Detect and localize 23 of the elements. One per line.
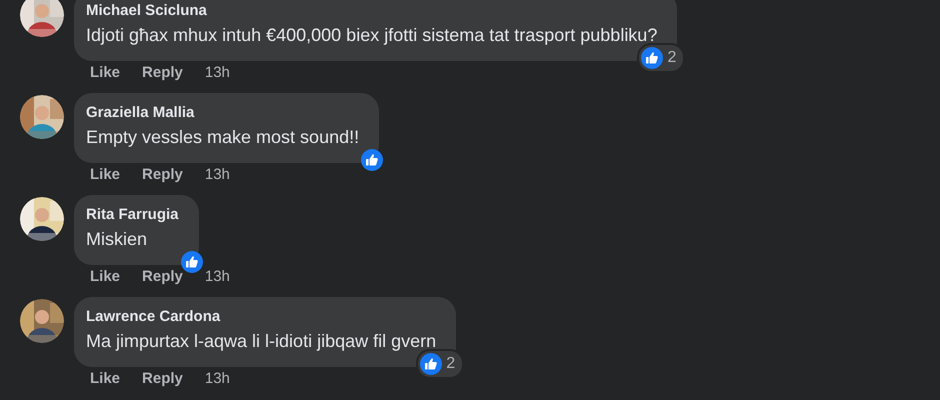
timestamp[interactable]: 13h: [204, 369, 230, 389]
author-name[interactable]: Lawrence Cardona: [86, 307, 436, 327]
timestamp[interactable]: 13h: [204, 63, 230, 83]
action-link[interactable]: Reply: [142, 267, 183, 287]
timestamp[interactable]: 13h: [204, 267, 230, 287]
author-name[interactable]: Graziella Mallia: [86, 103, 360, 123]
action-link[interactable]: Like: [90, 267, 120, 287]
action-link[interactable]: Like: [90, 63, 120, 83]
reaction-count[interactable]: 2: [416, 349, 464, 379]
comment-text: Empty vessles make most sound!!: [86, 126, 360, 149]
thumbs-up-icon: [361, 149, 384, 171]
thumbs-up-icon: [641, 47, 664, 69]
action-link[interactable]: Reply: [142, 369, 183, 389]
thumbs-up-icon: [420, 353, 442, 375]
action-link[interactable]: Reply: [142, 63, 183, 83]
reaction-count[interactable]: 2: [637, 43, 686, 73]
author-name[interactable]: Michael Scicluna: [86, 1, 658, 21]
action-link[interactable]: Like: [90, 165, 120, 185]
comment-text: Miskien: [86, 228, 148, 251]
action-link[interactable]: Like: [90, 369, 120, 389]
action-link[interactable]: Reply: [142, 165, 183, 185]
author-name[interactable]: Rita Farrugia: [86, 205, 179, 225]
timestamp[interactable]: 13h: [204, 165, 230, 185]
